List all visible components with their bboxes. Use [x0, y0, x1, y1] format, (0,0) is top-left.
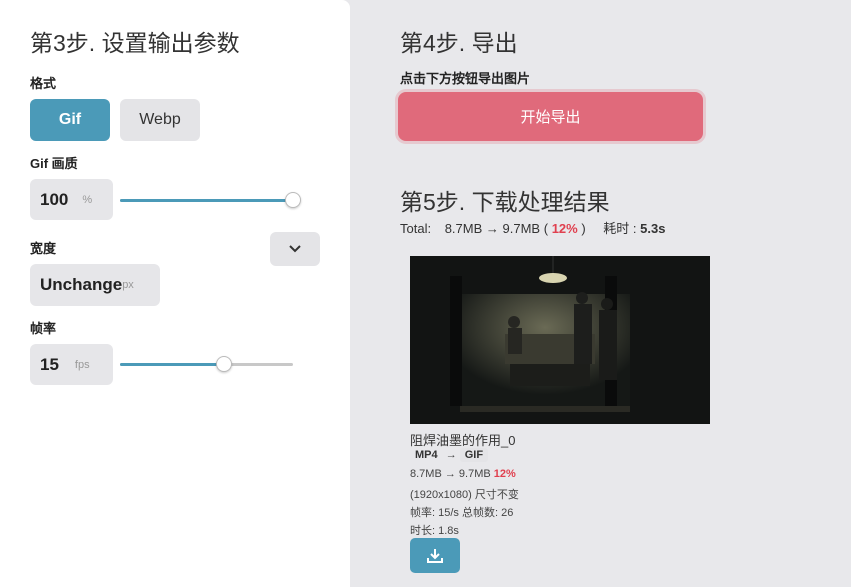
width-value: Unchange: [40, 275, 123, 294]
format-label: 格式: [30, 76, 57, 91]
target-format: GIF: [459, 448, 489, 462]
result-preview-image[interactable]: [410, 256, 710, 424]
quality-unit: %: [82, 193, 93, 206]
result-dimension: (1920x1080) 尺寸不变: [410, 489, 519, 501]
result-size-percent: 12%: [493, 468, 516, 480]
time-value: 5.3s: [640, 221, 666, 236]
width-unit: px: [122, 279, 134, 291]
start-export-button[interactable]: 开始导出: [398, 92, 703, 141]
quality-slider-fill: [120, 199, 293, 202]
format-conversion: MP4 → GIF: [410, 448, 489, 462]
framerate-slider-fill: [120, 363, 224, 366]
source-format: MP4: [415, 449, 438, 461]
result-frames: 帧率: 15/s 总帧数: 26: [410, 507, 514, 519]
width-dropdown-button[interactable]: [270, 232, 320, 266]
download-icon: [427, 548, 443, 563]
total-to: 9.7MB: [502, 221, 541, 236]
total-summary: Total: 8.7MB → 9.7MB ( 12% ) 耗时 : 5.3s: [400, 221, 666, 236]
result-duration: 时长: 1.8s: [410, 525, 459, 537]
scene-illustration: [410, 256, 710, 424]
chevron-down-icon: [289, 245, 301, 253]
result-size-to: 9.7MB: [458, 468, 491, 480]
framerate-value: 15: [40, 354, 59, 374]
step4-title: 第4步. 导出: [400, 30, 518, 56]
quality-value: 100: [40, 189, 69, 209]
framerate-unit: fps: [74, 358, 90, 371]
step5-title: 第5步. 下载处理结果: [400, 189, 610, 215]
settings-panel: 第3步. 设置输出参数 格式 Gif Webp Gif 画质 100 % 宽度 …: [0, 0, 350, 587]
time-label: 耗时 :: [603, 221, 637, 236]
result-size: 8.7MB → 9.7MB 12%: [410, 468, 516, 480]
width-label: 宽度: [30, 241, 57, 256]
total-label: Total:: [400, 221, 432, 236]
arrow-right-icon: →: [485, 221, 503, 236]
quality-slider-thumb[interactable]: [285, 192, 301, 208]
step3-title: 第3步. 设置输出参数: [30, 30, 240, 56]
export-hint: 点击下方按钮导出图片: [400, 71, 531, 86]
result-filename: 阻焊油墨的作用_0: [410, 433, 516, 448]
format-webp-button[interactable]: Webp: [120, 99, 200, 141]
framerate-input[interactable]: 15 fps: [30, 344, 113, 385]
download-button[interactable]: [410, 538, 460, 573]
format-gif-button[interactable]: Gif: [30, 99, 110, 141]
arrow-right-icon: →: [444, 468, 459, 480]
result-size-from: 8.7MB: [410, 468, 442, 480]
width-input[interactable]: Unchange px: [30, 264, 160, 306]
total-percent: 12%: [551, 221, 578, 236]
quality-slider[interactable]: [120, 192, 301, 208]
framerate-slider-thumb[interactable]: [215, 356, 232, 372]
output-panel: 第4步. 导出 点击下方按钮导出图片 开始导出 第5步. 下载处理结果 Tota…: [350, 0, 851, 587]
arrow-right-icon: →: [445, 449, 460, 461]
total-from: 8.7MB: [444, 221, 483, 236]
framerate-label: 帧率: [30, 321, 57, 336]
quality-label: Gif 画质: [30, 156, 78, 171]
quality-input[interactable]: 100 %: [30, 179, 113, 220]
framerate-slider[interactable]: [120, 356, 293, 372]
